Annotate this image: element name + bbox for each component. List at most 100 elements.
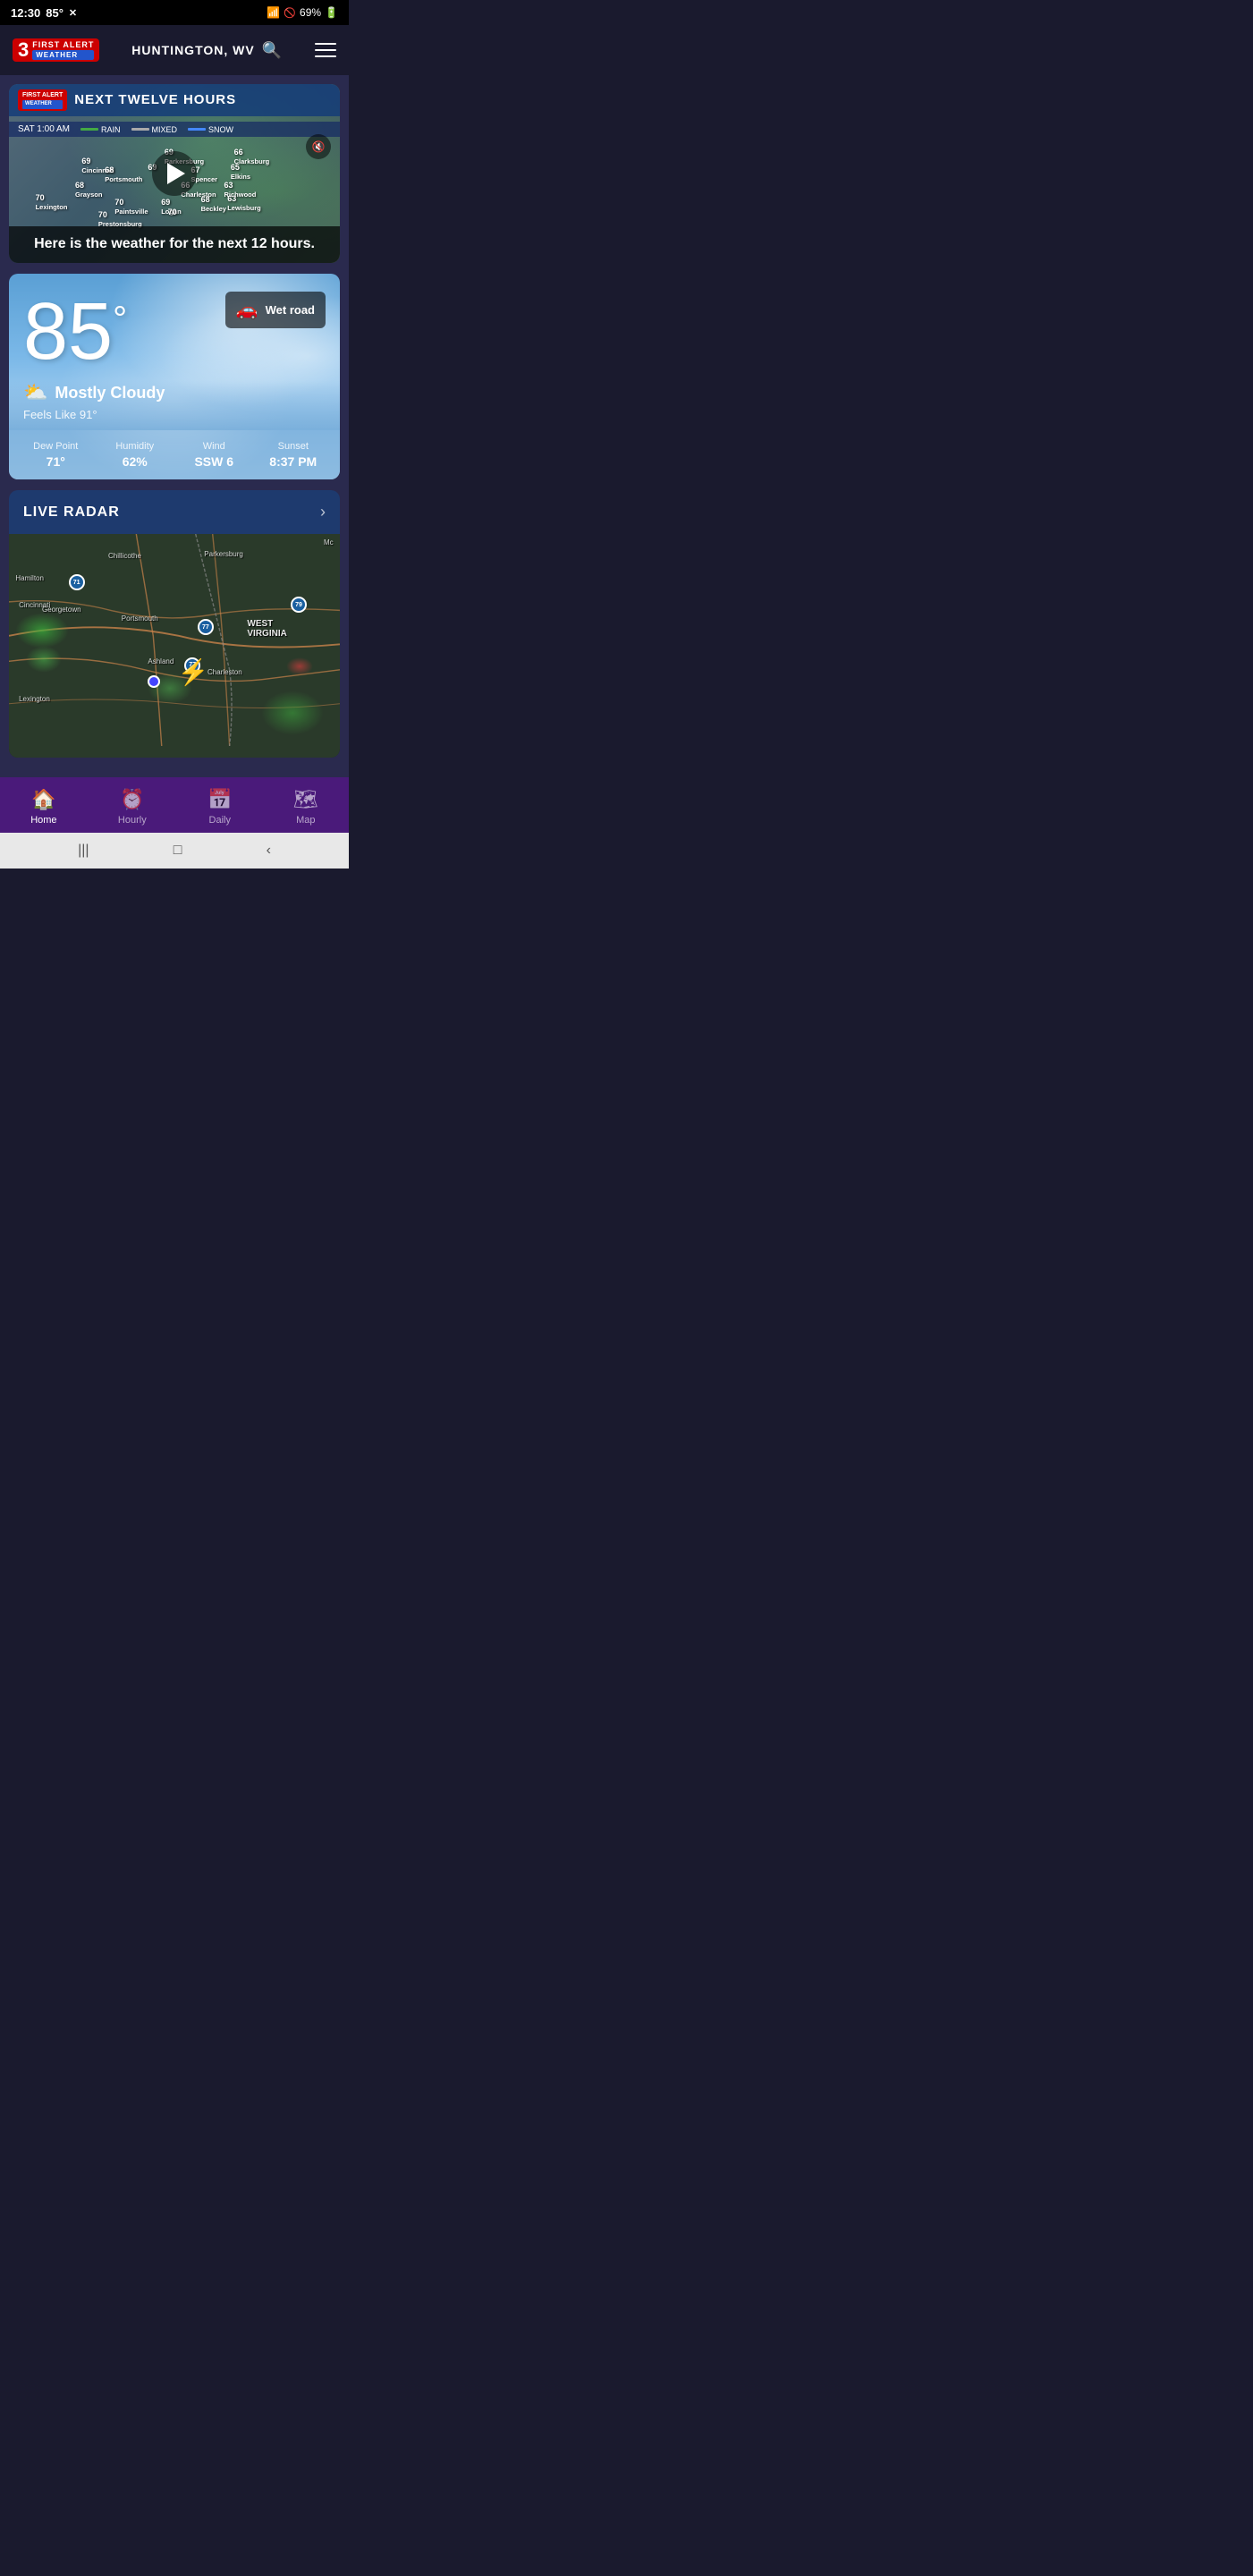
nav-item-home[interactable]: 🏠 Home [16, 784, 71, 829]
logo-container: 3 FIRST ALERT WEATHER [13, 38, 99, 62]
video-time: SAT 1:00 AM [18, 124, 70, 134]
legend-snow: SNOW [188, 125, 233, 134]
play-triangle-icon [167, 163, 185, 184]
nav-item-map[interactable]: 🗺 Map [279, 784, 333, 829]
video-subtitle-bar: SAT 1:00 AM RAIN MIXED SNOW [9, 122, 340, 137]
home-nav-icon: 🏠 [31, 788, 55, 811]
video-overlay-top: FIRST ALERT WEATHER NEXT TWELVE HOURS [9, 84, 340, 116]
feels-like-text: Feels Like 91° [23, 408, 326, 421]
city-hamilton: Hamilton [15, 574, 44, 582]
main-content: 69Cincinnati 69Parkersburg 66Clarksburg … [0, 75, 349, 777]
temp-grayson: 68Grayson [75, 181, 102, 199]
menu-button[interactable] [315, 43, 336, 57]
radar-card[interactable]: LIVE RADAR › [9, 490, 340, 758]
radar-map[interactable]: Hamilton Cincinnati Chillicothe Parkersb… [9, 534, 340, 758]
city-west-virginia: WESTVIRGINIA [247, 619, 286, 639]
precipitation-blob-2 [26, 646, 62, 673]
temp-elkins: 65Elkins [231, 163, 250, 181]
precipitation-blob-red [286, 657, 313, 675]
temp-lexington: 70Lexington [36, 193, 68, 211]
daily-nav-label: Daily [209, 815, 231, 826]
logo-number: 3 [18, 40, 29, 60]
blocked-icon: 🚫 [284, 7, 296, 19]
temperature-status: 85° [46, 6, 63, 20]
recent-apps-button[interactable]: ||| [78, 843, 89, 859]
home-button[interactable]: □ [174, 843, 182, 859]
degree-symbol: ° [113, 300, 127, 339]
location-text: HUNTINGTON, WV [131, 43, 254, 57]
battery-icon: 🔋 [325, 6, 338, 19]
temp-70: 70 [168, 208, 177, 216]
nav-item-daily[interactable]: 📅 Daily [193, 784, 246, 829]
location-display: HUNTINGTON, WV 🔍 [131, 41, 283, 60]
precipitation-blob-1 [15, 613, 69, 648]
back-button[interactable]: ‹ [267, 843, 271, 859]
condition-row: ⛅ Mostly Cloudy [23, 381, 326, 404]
radar-title: LIVE RADAR [23, 504, 120, 521]
app-header: 3 FIRST ALERT WEATHER HUNTINGTON, WV 🔍 [0, 25, 349, 75]
logo-weather-text: WEATHER [32, 50, 94, 60]
legend-snow-dot [188, 128, 206, 131]
status-bar: 12:30 85° ✕ 📶 🚫 69% 🔋 [0, 0, 349, 25]
home-nav-label: Home [30, 815, 56, 826]
play-button[interactable] [152, 151, 197, 196]
wet-road-badge[interactable]: 🚗 Wet road [225, 292, 326, 328]
current-location-dot [148, 675, 160, 688]
weather-top: 85° 🚗 Wet road [9, 274, 340, 381]
hamburger-line-3 [315, 55, 336, 57]
temp-prestonsburg: 70Prestonsburg [98, 210, 142, 228]
video-thumbnail: 69Cincinnati 69Parkersburg 66Clarksburg … [9, 84, 340, 263]
radar-header[interactable]: LIVE RADAR › [9, 490, 340, 534]
video-card: 69Cincinnati 69Parkersburg 66Clarksburg … [9, 84, 340, 263]
condition-text: Mostly Cloudy [55, 384, 165, 402]
time-display: 12:30 [11, 6, 40, 20]
temp-lewisburg: 63Lewisburg [227, 194, 261, 212]
status-right: 📶 🚫 69% 🔋 [267, 6, 338, 19]
city-lexington: Lexington [19, 695, 50, 703]
battery-percent: 69% [300, 6, 321, 19]
logo-first-alert-text: FIRST ALERT [32, 40, 94, 49]
hourly-nav-label: Hourly [118, 815, 147, 826]
video-title: NEXT TWELVE HOURS [74, 92, 236, 107]
legend-rain-dot [80, 128, 98, 131]
map-nav-label: Map [296, 815, 315, 826]
legend-mixed-dot [131, 128, 149, 131]
city-parkersburg: Parkersburg [204, 550, 243, 558]
partly-cloudy-icon: ⛅ [23, 381, 47, 404]
legend-mixed: MIXED [131, 125, 178, 134]
hamburger-line-1 [315, 43, 336, 45]
logo-text-group: FIRST ALERT WEATHER [32, 40, 94, 60]
precipitation-blob-3 [261, 691, 324, 735]
city-charleston: Charleston [207, 668, 242, 676]
weather-condition: ⛅ Mostly Cloudy Feels Like 91° [9, 381, 340, 430]
temperature-value: 85 [23, 287, 113, 377]
highway-79: 79 [291, 597, 307, 613]
wifi-icon: 📶 [267, 6, 280, 19]
highway-77-1: 77 [198, 619, 214, 635]
city-ashland: Ashland [148, 657, 174, 665]
legend-rain: RAIN [80, 125, 121, 134]
city-mc: Mc [324, 538, 334, 547]
city-portsmouth: Portsmouth [122, 614, 158, 623]
temp-beckley: 68Beckley [201, 195, 226, 213]
wet-road-text: Wet road [266, 303, 315, 317]
city-chillicothe: Chillicothe [108, 552, 141, 560]
volume-button[interactable]: 🔇 [306, 134, 331, 159]
daily-nav-icon: 📅 [207, 788, 232, 811]
city-georgetown: Georgetown [42, 606, 81, 614]
chevron-right-icon: › [320, 503, 326, 521]
search-icon[interactable]: 🔍 [262, 41, 283, 60]
status-left: 12:30 85° ✕ [11, 6, 77, 20]
system-navigation: ||| □ ‹ [0, 833, 349, 869]
highway-71: 71 [69, 574, 85, 590]
weather-card: 85° 🚗 Wet road ⛅ Mostly Cloudy Feels Lik… [9, 274, 340, 479]
hamburger-line-2 [315, 49, 336, 51]
nav-item-hourly[interactable]: ⏰ Hourly [104, 784, 161, 829]
first-alert-badge: FIRST ALERT WEATHER [18, 89, 67, 111]
status-icon-x: ✕ [69, 7, 77, 19]
lightning-icon: ⚡ [178, 657, 209, 687]
logo-box: 3 FIRST ALERT WEATHER [13, 38, 99, 62]
bottom-navigation: 🏠 Home ⏰ Hourly 📅 Daily 🗺 Map [0, 777, 349, 833]
map-nav-icon: 🗺 [293, 788, 318, 811]
temp-portsmouth: 68Portsmouth [105, 165, 142, 183]
